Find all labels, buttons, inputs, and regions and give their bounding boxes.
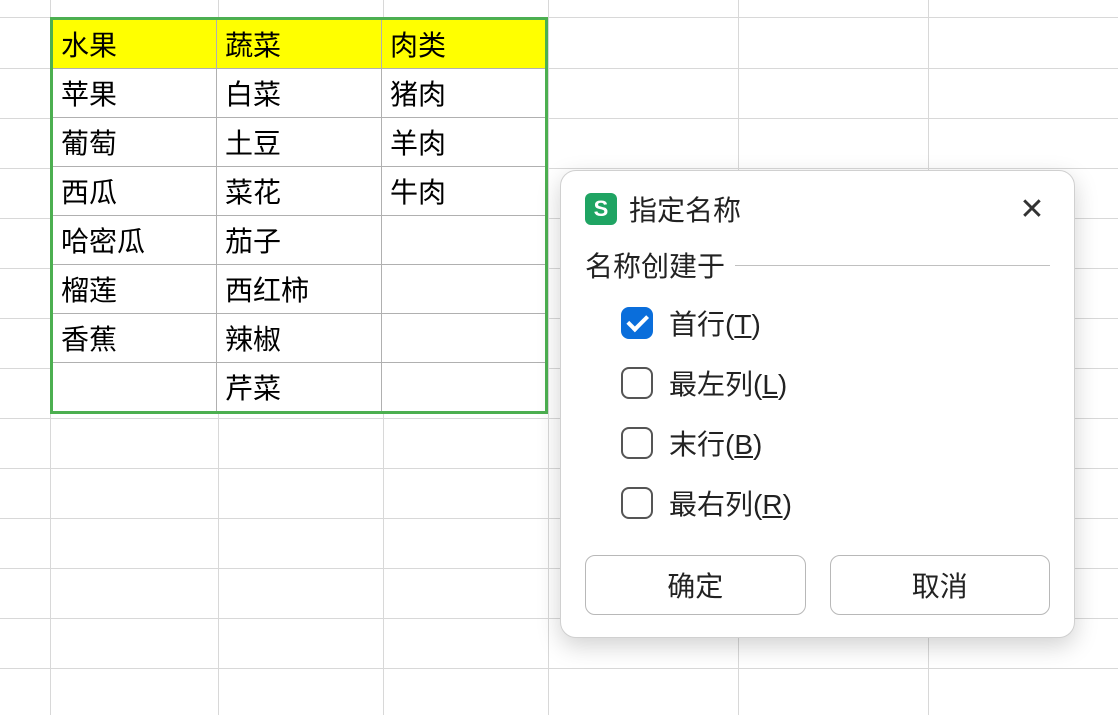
dialog-buttons: 确定 取消	[585, 555, 1050, 615]
cancel-button[interactable]: 取消	[830, 555, 1051, 615]
option-right-col[interactable]: 最右列(R)	[621, 483, 1050, 523]
header-cell[interactable]: 蔬菜	[217, 19, 382, 69]
cell[interactable]	[382, 216, 547, 265]
options-group: 首行(T) 最左列(L) 末行(B) 最右列(R)	[585, 303, 1050, 523]
checkbox-icon	[621, 367, 653, 399]
cell[interactable]: 西红柿	[217, 265, 382, 314]
cell[interactable]: 羊肉	[382, 118, 547, 167]
data-table[interactable]: 水果 蔬菜 肉类 苹果 白菜 猪肉 葡萄 土豆 羊肉 西瓜 菜花 牛肉 哈密瓜 …	[50, 17, 548, 414]
cell[interactable]	[382, 363, 547, 413]
cell[interactable]: 猪肉	[382, 69, 547, 118]
header-cell[interactable]: 水果	[52, 19, 217, 69]
table-row[interactable]: 哈密瓜 茄子	[52, 216, 547, 265]
header-cell[interactable]: 肉类	[382, 19, 547, 69]
create-names-dialog: S 指定名称 ✕ 名称创建于 首行(T) 最左列(L) 末行(B) 最右列(R)…	[560, 170, 1075, 638]
checkbox-label: 最左列(L)	[669, 363, 787, 403]
cell[interactable]: 西瓜	[52, 167, 217, 216]
close-icon: ✕	[1019, 192, 1044, 227]
table-row[interactable]: 西瓜 菜花 牛肉	[52, 167, 547, 216]
table-row[interactable]: 芹菜	[52, 363, 547, 413]
cell[interactable]: 茄子	[217, 216, 382, 265]
close-button[interactable]: ✕	[1014, 191, 1050, 227]
checkbox-icon	[621, 487, 653, 519]
cell[interactable]: 土豆	[217, 118, 382, 167]
cell[interactable]: 牛肉	[382, 167, 547, 216]
fieldset-line	[735, 265, 1050, 266]
fieldset-label: 名称创建于	[585, 245, 1050, 285]
table-row[interactable]: 榴莲 西红柿	[52, 265, 547, 314]
cell[interactable]: 辣椒	[217, 314, 382, 363]
cell[interactable]: 白菜	[217, 69, 382, 118]
cell[interactable]	[382, 265, 547, 314]
cell[interactable]: 哈密瓜	[52, 216, 217, 265]
table-row[interactable]: 香蕉 辣椒	[52, 314, 547, 363]
table-row[interactable]: 苹果 白菜 猪肉	[52, 69, 547, 118]
option-top-row[interactable]: 首行(T)	[621, 303, 1050, 343]
option-bottom-row[interactable]: 末行(B)	[621, 423, 1050, 463]
table-row[interactable]: 葡萄 土豆 羊肉	[52, 118, 547, 167]
ok-button[interactable]: 确定	[585, 555, 806, 615]
table-header-row[interactable]: 水果 蔬菜 肉类	[52, 19, 547, 69]
cell[interactable]: 菜花	[217, 167, 382, 216]
checkbox-label: 最右列(R)	[669, 483, 792, 523]
cell[interactable]: 香蕉	[52, 314, 217, 363]
checkbox-icon	[621, 427, 653, 459]
cell[interactable]	[382, 314, 547, 363]
checkbox-label: 末行(B)	[669, 423, 762, 463]
cell[interactable]: 葡萄	[52, 118, 217, 167]
fieldset-text: 名称创建于	[585, 245, 725, 285]
cell[interactable]	[52, 363, 217, 413]
dialog-title: 指定名称	[629, 189, 1002, 229]
cell[interactable]: 芹菜	[217, 363, 382, 413]
dialog-header: S 指定名称 ✕	[585, 189, 1050, 229]
checkbox-icon	[621, 307, 653, 339]
checkbox-label: 首行(T)	[669, 303, 761, 343]
cell[interactable]: 苹果	[52, 69, 217, 118]
option-left-col[interactable]: 最左列(L)	[621, 363, 1050, 403]
cell[interactable]: 榴莲	[52, 265, 217, 314]
app-icon: S	[585, 193, 617, 225]
